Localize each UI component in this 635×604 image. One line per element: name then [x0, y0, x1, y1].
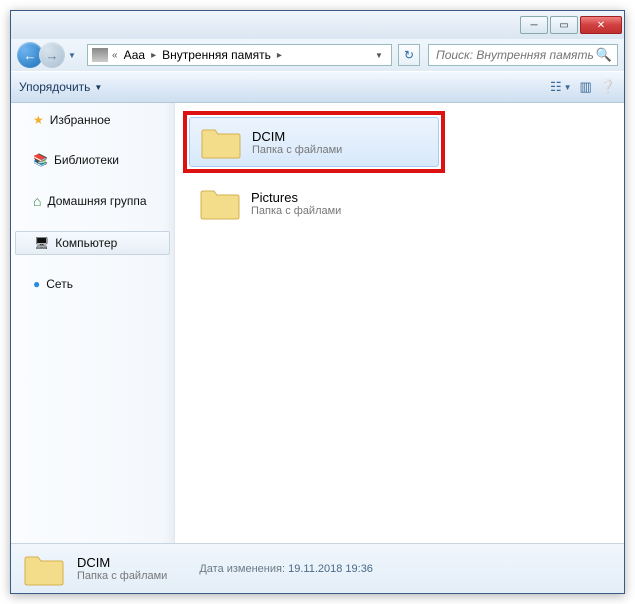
status-meta-value: 19.11.2018 19:36 [288, 563, 373, 575]
status-name: DCIM [77, 555, 167, 570]
sidebar: Избранное Библиотеки Домашняя группа Ком… [11, 103, 175, 543]
help-button[interactable]: ❔ [600, 79, 616, 95]
address-bar[interactable]: « Ааа ▸ Внутренняя память ▸ ▼ [87, 44, 392, 66]
search-input[interactable] [434, 47, 596, 63]
preview-pane-icon: ▥ [580, 79, 592, 95]
sidebar-item-label: Домашняя группа [47, 194, 146, 208]
minimize-button[interactable]: ─ [520, 16, 548, 34]
preview-pane-button[interactable]: ▥ [580, 79, 592, 95]
libraries-icon [33, 153, 48, 167]
status-type: Папка с файлами [77, 570, 167, 582]
folder-name: Pictures [251, 190, 341, 205]
forward-button[interactable]: → [39, 42, 65, 68]
folder-item-dcim[interactable]: DCIM Папка с файлами [189, 117, 439, 167]
help-icon: ❔ [600, 79, 616, 95]
breadcrumb-seg-2[interactable]: Внутренняя память [160, 48, 273, 62]
close-button[interactable]: ✕ [580, 16, 622, 34]
search-icon[interactable]: 🔍 [596, 47, 612, 63]
highlight-annotation: DCIM Папка с файлами [183, 111, 445, 173]
sidebar-item-label: Библиотеки [54, 153, 119, 167]
homegroup-icon [33, 193, 41, 209]
sidebar-item-label: Компьютер [55, 236, 117, 250]
status-meta: Дата изменения: 19.11.2018 19:36 [199, 563, 373, 575]
breadcrumb-seg-1[interactable]: Ааа [122, 48, 148, 62]
chevron-down-icon: ▼ [94, 83, 102, 92]
nav-history-dropdown[interactable]: ▼ [65, 48, 79, 62]
arrow-left-icon: ← [24, 48, 37, 63]
chevron-right-icon[interactable]: ▸ [151, 50, 156, 61]
titlebar[interactable]: ─ ▭ ✕ [11, 11, 624, 39]
content-pane[interactable]: DCIM Папка с файлами Pictures Папка с фа… [175, 103, 624, 543]
refresh-icon: ↻ [404, 48, 414, 62]
sidebar-item-homegroup[interactable]: Домашняя группа [11, 189, 174, 213]
folder-icon [199, 185, 241, 221]
sidebar-item-computer[interactable]: Компьютер [15, 231, 170, 255]
folder-item-pictures[interactable]: Pictures Папка с файлами [189, 179, 439, 227]
folder-icon [23, 551, 65, 587]
chevron-down-icon: ▼ [68, 51, 76, 60]
maximize-button[interactable]: ▭ [550, 16, 578, 34]
details-pane: DCIM Папка с файлами Дата изменения: 19.… [11, 543, 624, 593]
chevron-right-icon[interactable]: ▸ [277, 50, 282, 61]
device-icon [92, 48, 108, 62]
breadcrumb-prefix: « [112, 50, 118, 61]
sidebar-item-favorites[interactable]: Избранное [11, 109, 174, 131]
folder-name: DCIM [252, 129, 342, 144]
refresh-button[interactable]: ↻ [398, 44, 420, 66]
view-icon: ☷ [550, 79, 562, 95]
search-box[interactable]: 🔍 [428, 44, 618, 66]
network-icon [33, 277, 40, 291]
status-meta-label: Дата изменения: [199, 563, 285, 575]
folder-type: Папка с файлами [252, 144, 342, 156]
sidebar-item-libraries[interactable]: Библиотеки [11, 149, 174, 171]
folder-icon [200, 124, 242, 160]
arrow-right-icon: → [46, 48, 59, 63]
toolbar: Упорядочить ▼ ☷▼ ▥ ❔ [11, 71, 624, 103]
computer-icon [34, 236, 49, 250]
sidebar-item-label: Избранное [50, 113, 111, 127]
sidebar-item-network[interactable]: Сеть [11, 273, 174, 295]
nav-bar: ← → ▼ « Ааа ▸ Внутренняя память ▸ ▼ ↻ 🔍 [11, 39, 624, 71]
organize-label: Упорядочить [19, 80, 90, 94]
star-icon [33, 113, 44, 127]
explorer-window: ─ ▭ ✕ ← → ▼ « Ааа ▸ Внутренняя память ▸ … [10, 10, 625, 594]
folder-type: Папка с файлами [251, 205, 341, 217]
sidebar-item-label: Сеть [46, 277, 73, 291]
chevron-down-icon: ▼ [564, 83, 572, 92]
address-dropdown[interactable]: ▼ [371, 51, 387, 60]
view-options-button[interactable]: ☷▼ [550, 79, 572, 95]
organize-menu[interactable]: Упорядочить ▼ [19, 80, 102, 94]
